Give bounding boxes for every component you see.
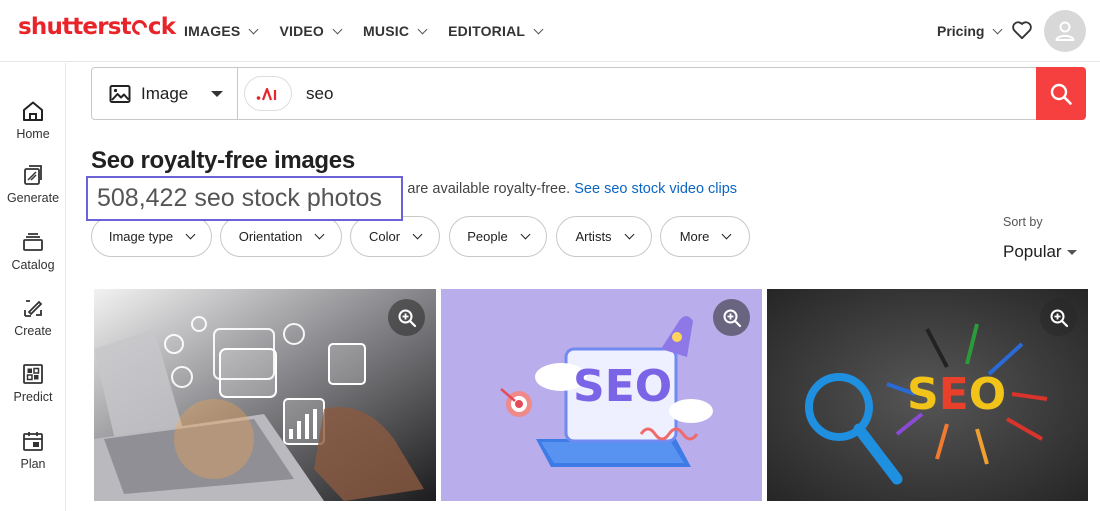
user-icon: [1055, 21, 1075, 41]
chevron-down-icon: [417, 24, 428, 34]
sidebar-item-create[interactable]: Create: [0, 296, 66, 338]
chevron-down-icon: [520, 229, 531, 240]
sidebar-label-catalog: Catalog: [11, 258, 55, 272]
zoom-button[interactable]: [388, 299, 425, 336]
filter-people[interactable]: People: [449, 216, 547, 257]
caret-down-icon: [1067, 250, 1077, 255]
svg-text:SEO: SEO: [573, 361, 672, 412]
nav-images[interactable]: IMAGES: [184, 23, 259, 39]
filter-label: People: [467, 229, 508, 244]
home-icon: [23, 101, 43, 121]
subtitle-text: ons are available royalty-free.: [380, 181, 571, 197]
page-title: Seo royalty-free images: [91, 147, 355, 174]
top-header: shutterst ck IMAGES VIDEO MUSIC EDITORIAL…: [0, 0, 1100, 62]
sort-by-label: Sort by: [1003, 215, 1043, 229]
zoom-button[interactable]: [1040, 299, 1077, 336]
left-sidebar: Home Generate Catalog Create Predict Pla…: [0, 63, 66, 511]
image-icon: [109, 84, 131, 103]
search-icon: [1050, 83, 1072, 105]
filter-label: Orientation: [238, 229, 303, 244]
nav-music[interactable]: MUSIC: [363, 23, 428, 39]
sidebar-label-plan: Plan: [20, 457, 46, 471]
filter-orientation[interactable]: Orientation: [220, 216, 342, 257]
filter-artists[interactable]: Artists: [556, 216, 652, 257]
chevron-down-icon: [993, 24, 1003, 34]
zoom-in-icon: [1050, 309, 1068, 327]
results-subtitle: ons are available royalty-free. See seo …: [380, 181, 737, 197]
pricing-menu[interactable]: Pricing: [937, 23, 1003, 39]
filter-label: Color: [368, 229, 401, 244]
media-type-label: Image: [141, 83, 189, 103]
ai-search-icon: [256, 87, 277, 100]
chevron-down-icon: [248, 24, 259, 34]
search-button[interactable]: [1036, 67, 1086, 120]
sidebar-label-home: Home: [16, 127, 50, 141]
chevron-down-icon: [624, 229, 635, 240]
pricing-label: Pricing: [937, 23, 985, 39]
sidebar-item-predict[interactable]: Predict: [0, 362, 66, 404]
sidebar-label-predict: Predict: [13, 390, 53, 404]
image-result-3[interactable]: SEO: [767, 289, 1088, 501]
search-input[interactable]: [306, 80, 1006, 108]
chevron-down-icon: [412, 229, 423, 240]
user-avatar[interactable]: [1044, 10, 1086, 52]
nav-images-label: IMAGES: [184, 23, 241, 39]
zoom-in-icon: [398, 309, 416, 327]
main-nav: IMAGES VIDEO MUSIC EDITORIAL: [184, 23, 544, 39]
zoom-in-icon: [723, 309, 741, 327]
sidebar-item-catalog[interactable]: Catalog: [0, 230, 66, 272]
shutterstock-logo[interactable]: shutterst ck: [18, 14, 176, 40]
sidebar-label-create: Create: [14, 324, 52, 338]
chevron-down-icon: [314, 229, 325, 240]
catalog-icon: [23, 233, 43, 251]
filter-label: Artists: [575, 229, 612, 244]
create-icon: [24, 300, 43, 317]
filter-image-type[interactable]: Image type: [91, 216, 212, 257]
video-clips-link[interactable]: See seo stock video clips: [574, 181, 737, 197]
heart-icon[interactable]: [1011, 20, 1033, 40]
caret-down-icon: [211, 91, 223, 97]
chevron-down-icon: [533, 24, 544, 34]
seo-laptop-photo: [94, 289, 436, 501]
filter-label: Image type: [108, 229, 174, 244]
sidebar-label-generate: Generate: [6, 191, 60, 205]
nav-editorial-label: EDITORIAL: [448, 23, 526, 39]
filter-label: More: [679, 229, 710, 244]
chevron-down-icon: [721, 229, 732, 240]
media-type-select[interactable]: Image: [92, 68, 238, 119]
chevron-down-icon: [185, 229, 196, 240]
svg-text:SEO: SEO: [907, 369, 1006, 420]
nav-editorial[interactable]: EDITORIAL: [448, 23, 544, 39]
ai-search-toggle[interactable]: [244, 76, 292, 111]
sidebar-item-home[interactable]: Home: [0, 99, 66, 141]
predict-icon: [23, 364, 43, 384]
nav-music-label: MUSIC: [363, 23, 410, 39]
results-count-highlight: 508,422 seo stock photos: [86, 176, 403, 221]
search-bar: Image: [91, 67, 1086, 120]
zoom-button[interactable]: [713, 299, 750, 336]
sidebar-item-generate[interactable]: Generate: [0, 163, 66, 205]
nav-video[interactable]: VIDEO: [279, 23, 343, 39]
sidebar-item-plan[interactable]: Plan: [0, 429, 66, 471]
filter-more[interactable]: More: [660, 216, 750, 257]
image-result-2[interactable]: SEO: [441, 289, 762, 501]
filter-color[interactable]: Color: [350, 216, 440, 257]
generate-icon: [24, 165, 42, 185]
chevron-down-icon: [332, 24, 343, 34]
image-result-1[interactable]: [94, 289, 436, 501]
sort-select[interactable]: Popular: [1003, 242, 1062, 262]
sort-value: Popular: [1003, 242, 1062, 261]
nav-video-label: VIDEO: [279, 23, 325, 39]
plan-icon: [23, 432, 43, 451]
